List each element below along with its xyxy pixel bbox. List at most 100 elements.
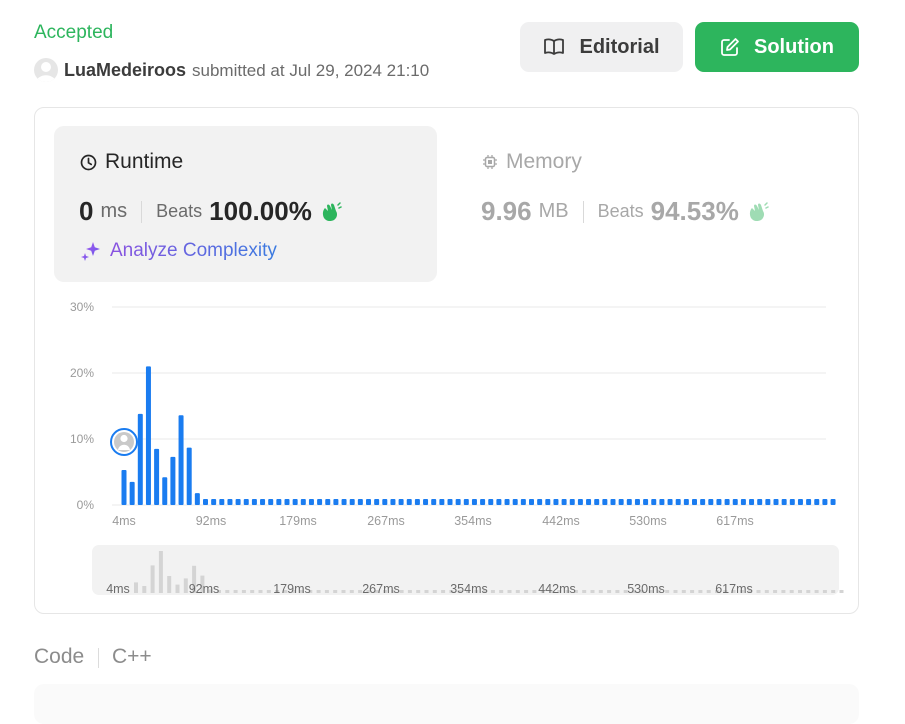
chart-bar: [480, 499, 486, 505]
code-label: Code: [34, 645, 85, 668]
clap-icon: [322, 201, 342, 221]
navigator-bar: [706, 590, 711, 593]
navigator-tick-label: 267ms: [362, 582, 400, 596]
chart-bar: [626, 499, 632, 505]
chart-bar: [757, 499, 763, 505]
chart-bar: [504, 499, 510, 505]
chart-bar: [325, 499, 331, 505]
code-block: [34, 684, 859, 724]
chart-bar: [634, 499, 640, 505]
submission-status: Accepted: [34, 22, 114, 43]
chart-bar: [121, 470, 127, 505]
chart-bar: [651, 499, 657, 505]
chart-bar: [219, 499, 225, 505]
chart-bar: [170, 456, 176, 505]
chart-bar: [431, 499, 437, 505]
chart-bar: [366, 499, 371, 505]
analyze-complexity-button[interactable]: Analyze Complexity: [80, 240, 277, 262]
navigator-bar: [590, 590, 595, 593]
navigator-bar: [441, 590, 446, 593]
editorial-button[interactable]: Editorial: [520, 22, 683, 72]
navigator-bar: [673, 590, 678, 593]
navigator-tick-label: 442ms: [538, 582, 576, 596]
navigator-tick-label: 179ms: [273, 582, 311, 596]
chart-bar: [789, 499, 795, 505]
solution-label: Solution: [754, 35, 834, 58]
chart-bar: [520, 499, 526, 505]
chart-bar: [561, 499, 567, 505]
chart-bar: [349, 499, 355, 505]
runtime-divider: [141, 200, 143, 223]
chart-bar: [447, 499, 453, 505]
runtime-distribution-chart[interactable]: 30% 20% 10% 0% 4ms 92ms 179ms 267ms 354ms 442ms 5…: [54, 290, 844, 605]
chart-bar: [129, 481, 135, 505]
runtime-beats-value: 100.00%: [209, 196, 312, 226]
navigator-tick-label: 92ms: [189, 582, 220, 596]
chart-bar: [194, 493, 200, 505]
chart-bar: [154, 448, 160, 505]
navigator-bar: [266, 590, 271, 593]
chart-bar: [683, 499, 689, 505]
navigator-bar: [698, 590, 703, 593]
chart-bar: [830, 499, 836, 505]
chart-bar: [781, 499, 787, 505]
memory-value: 9.96: [481, 196, 532, 226]
chart-bar: [569, 499, 575, 505]
navigator-bar: [789, 590, 794, 593]
chart-bar: [708, 499, 714, 505]
memory-unit: MB: [538, 200, 569, 222]
chart-bar: [610, 499, 616, 505]
navigator-tick-label: 354ms: [450, 582, 488, 596]
user-icon: [120, 434, 128, 443]
x-tick-label: 530ms: [629, 514, 667, 528]
chart-bar: [594, 499, 600, 505]
chart-bar: [423, 499, 429, 505]
navigator-bar: [424, 590, 429, 593]
navigator-bar: [150, 565, 155, 593]
chart-bar: [814, 499, 820, 505]
navigator-bar: [241, 590, 246, 593]
runtime-title-label: Runtime: [105, 150, 184, 173]
username-link[interactable]: LuaMedeiroos: [64, 60, 186, 81]
y-tick-label: 30%: [70, 300, 94, 314]
x-tick-label: 354ms: [454, 514, 492, 528]
chart-bar: [537, 499, 543, 505]
chart-bar: [529, 499, 534, 505]
chart-bar: [341, 499, 347, 505]
code-divider: [98, 648, 99, 668]
navigator-bar: [822, 590, 827, 593]
chart-bar: [178, 415, 184, 505]
x-tick-label: 179ms: [279, 514, 317, 528]
y-tick-label: 0%: [77, 498, 95, 512]
submitted-timestamp: submitted at Jul 29, 2024 21:10: [192, 61, 430, 80]
chart-bar: [471, 499, 477, 505]
runtime-value: 0: [79, 196, 94, 226]
chart-bar: [822, 499, 828, 505]
chart-bar: [162, 477, 168, 505]
runtime-beats-label: Beats: [156, 201, 203, 221]
chart-bar: [496, 499, 502, 505]
navigator-bar: [806, 590, 811, 593]
chart-bar: [284, 499, 290, 505]
solution-button[interactable]: Solution: [695, 22, 859, 72]
chart-bar: [716, 499, 722, 505]
navigator-bar: [773, 590, 778, 593]
navigator-bar: [233, 590, 238, 593]
avatar[interactable]: [34, 58, 58, 82]
memory-title[interactable]: Memory: [482, 150, 582, 174]
user-icon: [36, 62, 56, 82]
navigator-bar: [175, 584, 180, 593]
chart-bar: [260, 499, 266, 505]
chart-bar: [667, 499, 673, 505]
navigator-bar: [831, 590, 836, 593]
chart-bar: [300, 499, 306, 505]
navigator-bar: [598, 590, 603, 593]
chart-bar: [211, 499, 217, 505]
chart-bar: [732, 499, 738, 505]
chart-bar: [145, 366, 151, 505]
edit-icon: [721, 38, 739, 56]
chart-bar: [545, 499, 551, 505]
navigator-tick-label: 617ms: [715, 582, 753, 596]
clap-icon: [749, 201, 769, 221]
chart-bar: [308, 499, 314, 505]
